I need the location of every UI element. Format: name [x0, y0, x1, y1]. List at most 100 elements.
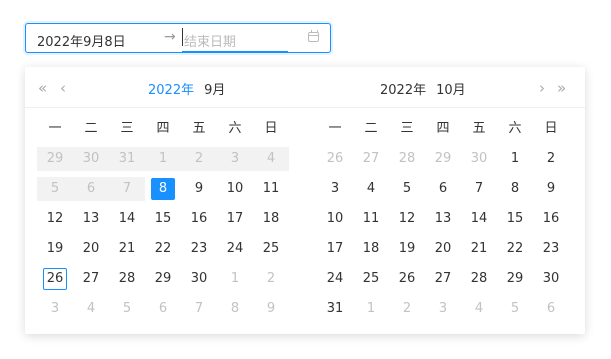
calendar-day[interactable]: 11: [253, 174, 289, 204]
calendar-day[interactable]: 27: [425, 264, 461, 294]
day-number: 10: [226, 181, 244, 196]
calendar-day[interactable]: 23: [181, 234, 217, 264]
weekday-label: 四: [436, 121, 450, 136]
calendar-day[interactable]: 10: [217, 174, 253, 204]
day-number: 17: [326, 241, 344, 256]
left-month-label[interactable]: 9月: [204, 83, 225, 98]
calendar-day[interactable]: 13: [73, 204, 109, 234]
calendar-day[interactable]: 17: [217, 204, 253, 234]
calendar-day[interactable]: 19: [37, 234, 73, 264]
day-number: 13: [82, 211, 100, 226]
day-number: 22: [154, 241, 172, 256]
calendar-day[interactable]: 3: [317, 174, 353, 204]
calendar-day[interactable]: 29: [497, 264, 533, 294]
calendar-day[interactable]: 1: [497, 144, 533, 174]
day-number: 30: [470, 151, 488, 166]
prev-month-icon[interactable]: ‹: [60, 79, 66, 97]
calendar-day[interactable]: 4: [353, 174, 389, 204]
day-number: 5: [510, 301, 520, 316]
calendar-day[interactable]: 12: [37, 204, 73, 234]
calendar-day: 4: [73, 294, 109, 324]
next-month-icon[interactable]: ›: [539, 79, 545, 97]
calendar-day[interactable]: 18: [253, 204, 289, 234]
calendar-day[interactable]: 18: [353, 234, 389, 264]
calendar-day[interactable]: 30: [181, 264, 217, 294]
calendar-day[interactable]: 9: [181, 174, 217, 204]
calendar-day: 4: [461, 294, 497, 324]
calendar-day[interactable]: 24: [317, 264, 353, 294]
day-number: 26: [326, 151, 344, 166]
calendar-day: 8: [217, 294, 253, 324]
day-number: 3: [438, 301, 448, 316]
calendar-day[interactable]: 26: [389, 264, 425, 294]
calendar-day[interactable]: 24: [217, 234, 253, 264]
day-number: 29: [46, 151, 64, 166]
left-year-label[interactable]: 2022年: [148, 83, 194, 98]
calendar-day[interactable]: 22: [497, 234, 533, 264]
calendar-day[interactable]: 25: [353, 264, 389, 294]
calendar-day[interactable]: 26: [37, 264, 73, 294]
calendar-day[interactable]: 10: [317, 204, 353, 234]
calendar-day[interactable]: 28: [109, 264, 145, 294]
day-number: 23: [190, 241, 208, 256]
calendar-day[interactable]: 8: [497, 174, 533, 204]
weekday-label: 三: [400, 121, 414, 136]
active-field-indicator: [182, 51, 288, 53]
calendar-day: 7: [109, 174, 145, 204]
calendar-day[interactable]: 8: [145, 174, 181, 204]
calendar-day[interactable]: 27: [73, 264, 109, 294]
calendar-day: 5: [497, 294, 533, 324]
weekday-label: 二: [364, 121, 378, 136]
calendar-day[interactable]: 20: [425, 234, 461, 264]
date-range-input[interactable]: 2022年9月8日 → 结束日期: [25, 23, 331, 53]
calendar-day[interactable]: 16: [181, 204, 217, 234]
calendar-day[interactable]: 20: [73, 234, 109, 264]
calendar-day[interactable]: 12: [389, 204, 425, 234]
calendar-day[interactable]: 15: [145, 204, 181, 234]
calendar-day[interactable]: 22: [145, 234, 181, 264]
calendar-day[interactable]: 6: [425, 174, 461, 204]
day-number: 5: [50, 181, 60, 196]
calendar-day[interactable]: 15: [497, 204, 533, 234]
next-year-icon[interactable]: »: [557, 79, 566, 97]
weekday-label: 二: [84, 121, 98, 136]
calendar-day[interactable]: 16: [533, 204, 569, 234]
calendar-icon[interactable]: [308, 30, 319, 42]
calendar-day[interactable]: 17: [317, 234, 353, 264]
weekday-label: 五: [192, 121, 206, 136]
calendar-day[interactable]: 23: [533, 234, 569, 264]
calendar-day[interactable]: 29: [145, 264, 181, 294]
day-number: 28: [470, 271, 488, 286]
calendar-day[interactable]: 5: [389, 174, 425, 204]
day-number: 16: [542, 211, 560, 226]
calendar-day: 1: [217, 264, 253, 294]
calendar-day[interactable]: 19: [389, 234, 425, 264]
calendar-day[interactable]: 21: [461, 234, 497, 264]
day-number: 7: [122, 181, 132, 196]
day-number: 1: [366, 301, 376, 316]
calendar-day[interactable]: 2: [533, 144, 569, 174]
right-year-label[interactable]: 2022年: [380, 83, 426, 98]
calendar-day: 4: [253, 144, 289, 174]
day-number: 5: [402, 181, 412, 196]
calendar-day[interactable]: 7: [461, 174, 497, 204]
calendar-day[interactable]: 9: [533, 174, 569, 204]
calendar-day[interactable]: 14: [109, 204, 145, 234]
calendar-day[interactable]: 25: [253, 234, 289, 264]
right-month-label[interactable]: 10月: [436, 83, 466, 98]
calendar-day: 7: [181, 294, 217, 324]
calendar-day[interactable]: 11: [353, 204, 389, 234]
calendar-day[interactable]: 28: [461, 264, 497, 294]
calendar-day[interactable]: 31: [317, 294, 353, 324]
calendar-day[interactable]: 30: [533, 264, 569, 294]
day-number: 29: [506, 271, 524, 286]
calendar-day: 29: [425, 144, 461, 174]
day-number: 12: [46, 211, 64, 226]
end-date-input[interactable]: 结束日期: [184, 31, 236, 50]
start-date-value[interactable]: 2022年9月8日: [37, 31, 126, 50]
prev-year-icon[interactable]: «: [38, 79, 47, 97]
calendar-day[interactable]: 14: [461, 204, 497, 234]
calendar-day[interactable]: 21: [109, 234, 145, 264]
calendar-day: 6: [533, 294, 569, 324]
calendar-day[interactable]: 13: [425, 204, 461, 234]
